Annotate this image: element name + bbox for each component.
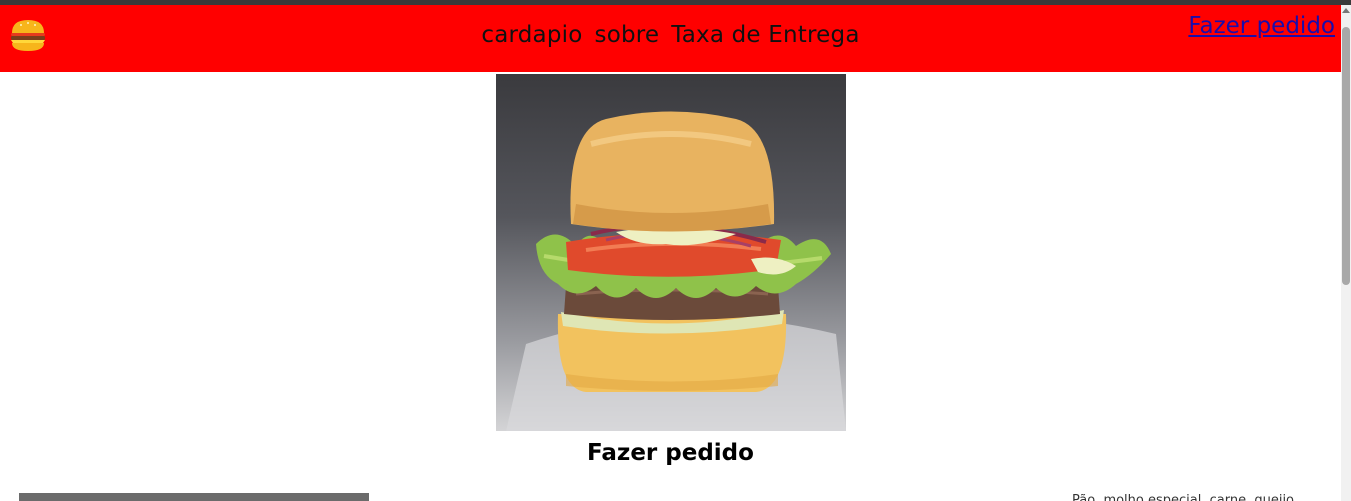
scroll-up-arrow-icon[interactable]: [1342, 8, 1350, 13]
nav-item-sobre[interactable]: sobre: [595, 22, 660, 48]
order-link[interactable]: Fazer pedido: [1188, 13, 1335, 39]
navbar: cardapio sobre Taxa de Entrega Fazer ped…: [0, 5, 1341, 72]
nav-item-taxa-de-entrega[interactable]: Taxa de Entrega: [671, 22, 859, 48]
burger-photo: [496, 74, 846, 431]
nav-item-cardapio[interactable]: cardapio: [481, 22, 582, 48]
product-description: Pão, molho especial, carne, queijo: [1072, 494, 1294, 501]
hero-title: Fazer pedido: [587, 440, 754, 466]
main-nav: cardapio sobre Taxa de Entrega: [0, 22, 1341, 48]
scroll-thumb[interactable]: [1342, 27, 1350, 285]
page-scrollbar[interactable]: [1341, 5, 1351, 501]
second-burger-photo: [19, 493, 369, 501]
